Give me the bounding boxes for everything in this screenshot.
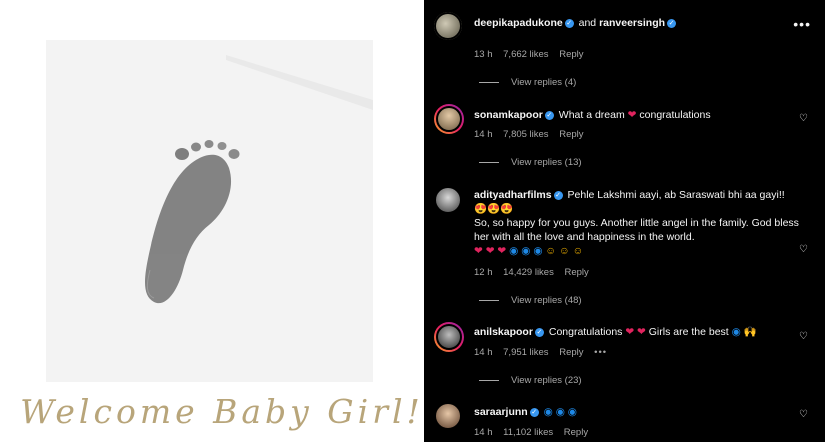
- comment-meta: 14 h 7,805 likes Reply: [474, 129, 592, 140]
- comment-text: congratulations: [639, 109, 711, 121]
- heart-outline-icon[interactable]: ♡: [799, 410, 809, 420]
- likes-count[interactable]: 11,102 likes: [503, 427, 553, 438]
- heart-outline-icon[interactable]: ♡: [799, 114, 809, 124]
- nazar-amulet-icon: ◉: [731, 326, 741, 338]
- username[interactable]: saraarjunn: [474, 406, 528, 418]
- nazar-amulet-icon: ◉ ◉ ◉: [543, 406, 577, 418]
- timestamp: 14 h: [474, 129, 493, 140]
- comment-text: What a dream: [558, 109, 625, 121]
- post-media[interactable]: Welcome Baby Girl!: [0, 0, 424, 442]
- comment-meta: 12 h 14,429 likes Reply: [474, 267, 597, 278]
- avatar[interactable]: [434, 186, 462, 214]
- hugging-face-icon: ☺ ☺ ☺: [545, 245, 584, 257]
- timestamp: 13 h: [474, 49, 493, 60]
- view-replies-button[interactable]: View replies (13): [479, 157, 582, 168]
- verified-badge-icon: ✓: [529, 407, 539, 417]
- avatar[interactable]: [434, 402, 462, 430]
- reply-button[interactable]: Reply: [564, 267, 588, 278]
- welcome-baby-girl-caption: Welcome Baby Girl!: [20, 392, 424, 431]
- comment-text: Pehle Lakshmi aayi, ab Saraswati bhi aa …: [567, 189, 785, 201]
- comment-body: sonamkapoor ✓ What a dream ❤ congratulati…: [474, 108, 799, 122]
- avatar[interactable]: [434, 322, 464, 352]
- view-replies-label: View replies (48): [511, 295, 582, 306]
- divider-line: [479, 161, 499, 163]
- baby-footprint-photo: [46, 40, 373, 382]
- verified-badge-icon: ✓: [667, 18, 677, 28]
- red-hearts-icon: ❤ ❤ ❤: [474, 245, 507, 257]
- comments-panel: ••• deepikapadukone ✓ and ranveersingh ✓ 1…: [424, 0, 825, 442]
- view-replies-label: View replies (13): [511, 157, 582, 168]
- and-text: and: [578, 17, 597, 29]
- verified-badge-icon: ✓: [544, 110, 554, 120]
- avatar[interactable]: [434, 104, 464, 134]
- username[interactable]: sonamkapoor: [474, 109, 543, 121]
- nazar-amulet-icon: ◉ ◉ ◉: [509, 245, 543, 257]
- comment-text: So, so happy for you guys. Another littl…: [474, 217, 799, 243]
- timestamp: 14 h: [474, 347, 493, 358]
- view-replies-label: View replies (4): [511, 77, 577, 88]
- likes-count[interactable]: 7,951 likes: [503, 347, 548, 358]
- avatar[interactable]: [434, 12, 462, 40]
- divider-line: [479, 299, 499, 301]
- coauthor-username[interactable]: ranveersingh: [599, 17, 665, 29]
- heart-outline-icon[interactable]: ♡: [799, 245, 809, 255]
- reply-button[interactable]: Reply: [559, 347, 583, 358]
- verified-badge-icon: ✓: [564, 18, 574, 28]
- username[interactable]: adityadharfilms: [474, 189, 552, 201]
- footprint-illustration: [46, 40, 373, 382]
- comment-meta: 14 h 7,951 likes Reply •••: [474, 347, 615, 358]
- comment-more-options-icon[interactable]: •••: [594, 347, 607, 358]
- view-replies-button[interactable]: View replies (48): [479, 295, 582, 306]
- username[interactable]: deepikapadukone: [474, 17, 563, 29]
- view-replies-button[interactable]: View replies (4): [479, 77, 576, 88]
- likes-count[interactable]: 14,429 likes: [503, 267, 554, 278]
- divider-line: [479, 81, 499, 83]
- reply-button[interactable]: Reply: [559, 49, 583, 60]
- red-heart-icon: ❤: [627, 109, 637, 121]
- divider-line: [479, 379, 499, 381]
- comment-meta: 14 h 11,102 likes Reply: [474, 427, 596, 438]
- comment-text: Girls are the best: [648, 326, 729, 338]
- comment-body: saraarjunn ✓ ◉ ◉ ◉: [474, 405, 799, 419]
- verified-badge-icon: ✓: [553, 190, 563, 200]
- comment-body: deepikapadukone ✓ and ranveersingh ✓: [474, 16, 799, 30]
- likes-count[interactable]: 7,662 likes: [503, 49, 548, 60]
- comment-text: Congratulations: [548, 326, 623, 338]
- comment-meta: 13 h 7,662 likes Reply: [474, 49, 592, 60]
- timestamp: 14 h: [474, 427, 493, 438]
- comment-body: adityadharfilms ✓ Pehle Lakshmi aayi, ab …: [474, 188, 799, 258]
- view-replies-button[interactable]: View replies (23): [479, 375, 582, 386]
- comment-body: anilskapoor ✓ Congratulations ❤ ❤ Girls a…: [474, 325, 799, 339]
- view-replies-label: View replies (23): [511, 375, 582, 386]
- reply-button[interactable]: Reply: [564, 427, 588, 438]
- raised-hands-icon: 🙌: [743, 326, 757, 338]
- heart-eyes-emoji-icon: 😍😍😍: [474, 203, 514, 215]
- reply-button[interactable]: Reply: [559, 129, 583, 140]
- likes-count[interactable]: 7,805 likes: [503, 129, 548, 140]
- timestamp: 12 h: [474, 267, 493, 278]
- heart-outline-icon[interactable]: ♡: [799, 332, 809, 342]
- verified-badge-icon: ✓: [534, 327, 544, 337]
- username[interactable]: anilskapoor: [474, 326, 533, 338]
- red-hearts-icon: ❤ ❤: [625, 326, 646, 338]
